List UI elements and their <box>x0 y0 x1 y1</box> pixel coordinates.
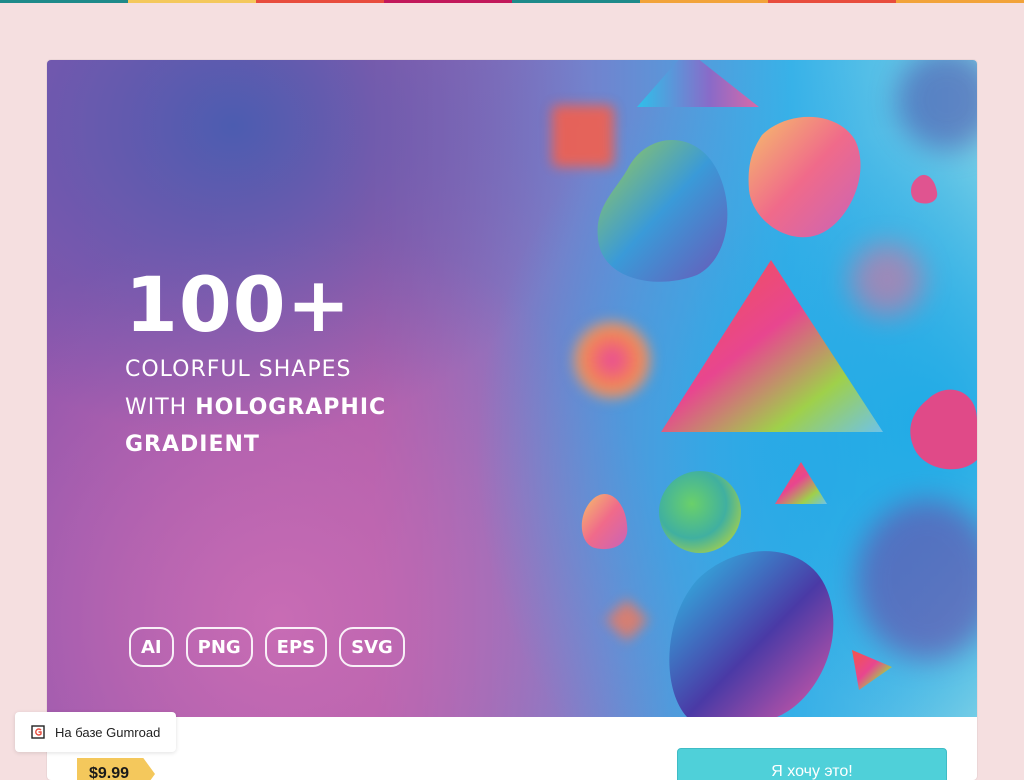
powered-by-gumroad-badge[interactable]: На базе Gumroad <box>15 712 176 752</box>
subline-2-bold: HOLOGRAPHIC <box>195 395 387 420</box>
accent-segment <box>128 0 256 3</box>
subline-2-prefix: WITH <box>125 395 196 420</box>
product-cover-image: 100+ COLORFUL SHAPES WITH HOLOGRAPHIC GR… <box>47 60 977 717</box>
accent-segment <box>384 0 512 3</box>
format-badge-svg: SVG <box>339 627 405 667</box>
gumroad-icon <box>31 725 45 739</box>
buy-button[interactable]: Я хочу это! <box>677 748 947 780</box>
format-badge-png: PNG <box>185 627 253 667</box>
format-badge-eps: EPS <box>264 627 328 667</box>
top-accent-strip <box>0 0 1024 3</box>
accent-segment <box>640 0 768 3</box>
cover-subline-3: GRADIENT <box>125 432 260 457</box>
accent-segment <box>256 0 384 3</box>
holographic-shapes-art <box>552 60 977 717</box>
accent-segment <box>768 0 896 3</box>
gumroad-badge-label: На базе Gumroad <box>55 724 161 740</box>
cover-headline: 100+ <box>125 260 352 349</box>
price-tag: $9.99 <box>77 758 155 780</box>
accent-segment <box>0 0 128 3</box>
product-card: 100+ COLORFUL SHAPES WITH HOLOGRAPHIC GR… <box>47 60 977 780</box>
format-badges: AI PNG EPS SVG <box>129 627 405 667</box>
cover-subline-2: WITH HOLOGRAPHIC <box>125 395 386 421</box>
cover-subline-1: COLORFUL SHAPES <box>125 357 352 382</box>
accent-segment <box>512 0 640 3</box>
accent-segment <box>896 0 1024 3</box>
format-badge-ai: AI <box>129 627 174 667</box>
